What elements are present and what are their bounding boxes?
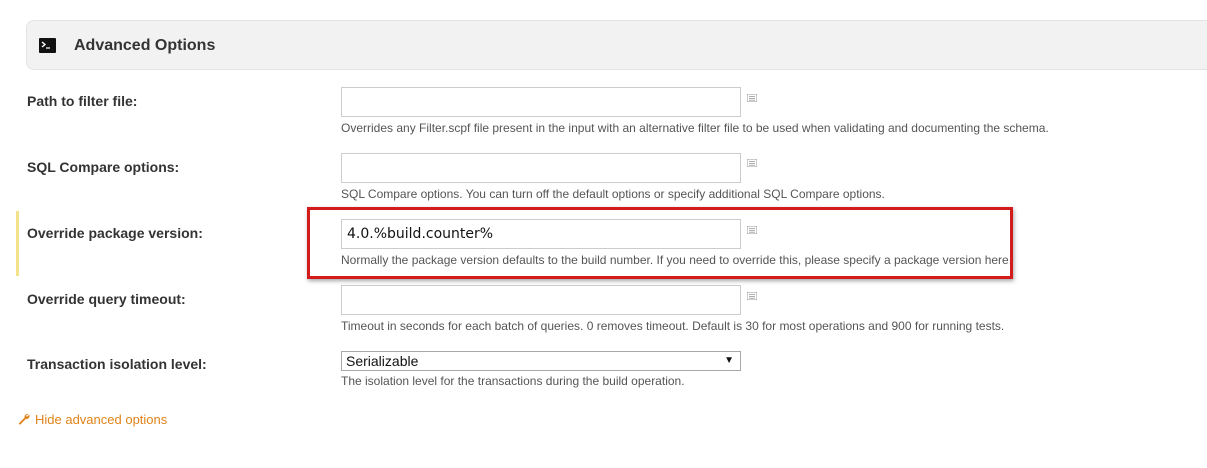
query-timeout-label: Override query timeout: bbox=[27, 291, 186, 307]
advanced-options-header: Advanced Options bbox=[26, 20, 1207, 70]
wrench-icon bbox=[18, 413, 30, 425]
terminal-icon bbox=[39, 38, 56, 53]
isolation-level-select[interactable]: Serializable ▼ bbox=[341, 351, 741, 371]
parameter-list-icon[interactable] bbox=[747, 226, 757, 234]
sql-compare-help: SQL Compare options. You can turn off th… bbox=[341, 187, 885, 201]
filter-file-input[interactable] bbox=[341, 87, 741, 117]
isolation-level-label: Transaction isolation level: bbox=[27, 356, 207, 372]
query-timeout-help: Timeout in seconds for each batch of que… bbox=[341, 319, 1005, 333]
package-version-input[interactable] bbox=[341, 219, 741, 249]
parameter-list-icon[interactable] bbox=[747, 94, 757, 102]
filter-file-help: Overrides any Filter.scpf file present i… bbox=[341, 121, 1049, 135]
sql-compare-input[interactable] bbox=[341, 153, 741, 183]
hide-advanced-options-link[interactable]: Hide advanced options bbox=[18, 412, 167, 428]
dropdown-arrow-icon: ▼ bbox=[724, 355, 734, 366]
query-timeout-input[interactable] bbox=[341, 285, 741, 315]
sql-compare-label: SQL Compare options: bbox=[27, 159, 180, 175]
changed-value-marker bbox=[16, 211, 19, 276]
section-title: Advanced Options bbox=[74, 37, 216, 54]
filter-file-label: Path to filter file: bbox=[27, 93, 138, 109]
parameter-list-icon[interactable] bbox=[747, 292, 757, 300]
hide-advanced-options-label: Hide advanced options bbox=[35, 412, 168, 427]
advanced-options-panel: Advanced Options Path to filter file: Ov… bbox=[0, 0, 1207, 468]
package-version-help: Normally the package version defaults to… bbox=[341, 253, 1013, 267]
isolation-level-selected-value: Serializable bbox=[346, 353, 419, 369]
package-version-label: Override package version: bbox=[27, 225, 203, 241]
isolation-level-help: The isolation level for the transactions… bbox=[341, 374, 685, 388]
parameter-list-icon[interactable] bbox=[747, 159, 757, 167]
